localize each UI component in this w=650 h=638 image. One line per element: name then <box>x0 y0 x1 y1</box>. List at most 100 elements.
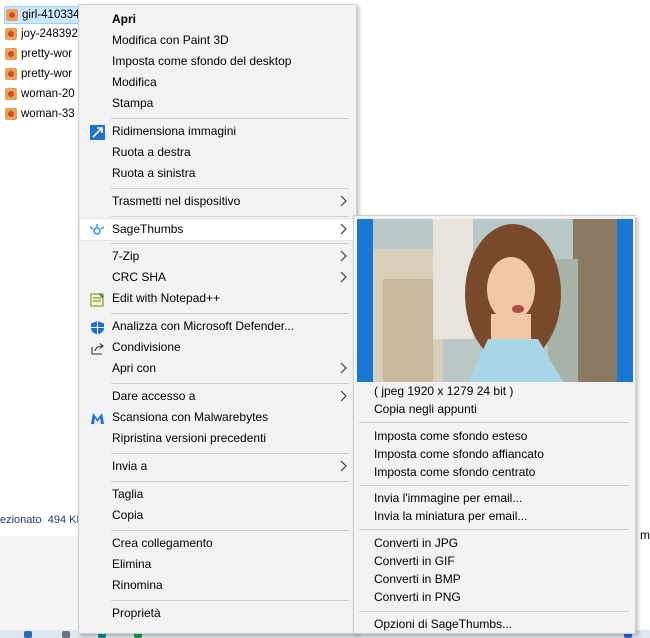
menu-item-label: Elimina <box>112 557 152 571</box>
menu-item-cast[interactable]: Trasmetti nel dispositivo <box>80 191 356 212</box>
menu-item-label: Ridimensiona immagini <box>112 124 237 138</box>
menu-item-7zip[interactable]: 7-Zip <box>80 246 356 267</box>
submenu-item-label: Imposta come sfondo affiancato <box>374 447 544 461</box>
submenu-item-options[interactable]: Opzioni di SageThumbs... <box>355 616 634 634</box>
menu-item-label: Edit with Notepad++ <box>112 291 221 305</box>
submenu-item-label: Imposta come sfondo esteso <box>374 429 528 443</box>
submenu-item-label: Opzioni di SageThumbs... <box>374 617 513 631</box>
menu-item-label: SageThumbs <box>112 222 184 236</box>
menu-item-label: Apri con <box>112 361 157 375</box>
menu-separator <box>111 453 349 454</box>
menu-item-label: Modifica <box>112 75 157 89</box>
menu-item-label: Crea collegamento <box>112 536 213 550</box>
menu-item-label: Ruota a destra <box>112 145 191 159</box>
menu-item-paint3d[interactable]: Modifica con Paint 3D <box>80 30 356 51</box>
file-name: pretty-wor <box>21 68 73 80</box>
submenu-item-email-thumbnail[interactable]: Invia la miniatura per email... <box>355 508 634 526</box>
submenu-item-email-image[interactable]: Invia l'immagine per email... <box>355 490 634 508</box>
menu-item-rename[interactable]: Rinomina <box>80 575 356 596</box>
file-name: girl-410334 <box>22 9 80 21</box>
taskbar-icon[interactable] <box>62 631 70 638</box>
menu-item-copy[interactable]: Copia <box>80 505 356 526</box>
menu-item-create-shortcut[interactable]: Crea collegamento <box>80 533 356 554</box>
status-selected: ezionato <box>0 514 42 526</box>
malwarebytes-icon <box>89 410 105 426</box>
menu-item-label: Modifica con Paint 3D <box>112 33 229 47</box>
taskbar-icon[interactable] <box>24 631 32 638</box>
background-panel <box>0 536 78 638</box>
menu-item-malwarebytes[interactable]: Scansiona con Malwarebytes <box>80 407 356 428</box>
menu-item-give-access[interactable]: Dare accesso a <box>80 386 356 407</box>
menu-item-label: Taglia <box>112 487 144 501</box>
menu-item-label: Analizza con Microsoft Defender... <box>112 319 295 333</box>
image-file-icon <box>4 27 18 41</box>
menu-item-send-to[interactable]: Invia a <box>80 456 356 477</box>
menu-item-apri[interactable]: Apri <box>80 9 356 30</box>
image-preview[interactable] <box>357 219 633 382</box>
menu-separator <box>111 313 349 314</box>
menu-item-notepadpp[interactable]: Edit with Notepad++ <box>80 288 356 309</box>
file-item[interactable]: woman-33 <box>4 105 88 123</box>
image-file-icon <box>4 87 18 101</box>
submenu-item-wallpaper-centered[interactable]: Imposta come sfondo centrato <box>355 464 634 482</box>
submenu-separator <box>359 529 629 530</box>
menu-item-rotate-left[interactable]: Ruota a sinistra <box>80 163 356 184</box>
menu-item-stampa[interactable]: Stampa <box>80 93 356 114</box>
sagethumbs-icon <box>89 222 105 238</box>
submenu-item-convert-bmp[interactable]: Converti in BMP <box>355 571 634 589</box>
sagethumbs-submenu: ( jpeg 1920 x 1279 24 bit ) Copia negli … <box>353 215 636 634</box>
file-name: pretty-wor <box>21 48 73 60</box>
menu-item-share[interactable]: Condivisione <box>80 337 356 358</box>
chevron-right-icon <box>340 460 347 472</box>
status-size: 494 KB <box>47 514 80 526</box>
chevron-right-icon <box>340 195 347 207</box>
chevron-right-icon <box>340 271 347 283</box>
menu-item-crc-sha[interactable]: CRC SHA <box>80 267 356 288</box>
menu-item-label: Invia a <box>112 459 148 473</box>
menu-item-sagethumbs[interactable]: SageThumbs <box>79 218 357 241</box>
status-bar: ezionato 494 KB <box>0 514 80 530</box>
submenu-item-convert-jpg[interactable]: Converti in JPG <box>355 535 634 553</box>
submenu-item-label: Copia negli appunti <box>374 402 477 416</box>
defender-icon <box>89 319 105 335</box>
menu-separator <box>111 600 349 601</box>
submenu-item-wallpaper-stretched[interactable]: Imposta come sfondo esteso <box>355 428 634 446</box>
submenu-item-convert-png[interactable]: Converti in PNG <box>355 589 634 607</box>
menu-item-set-wallpaper[interactable]: Imposta come sfondo del desktop <box>80 51 356 72</box>
submenu-item-label: Imposta come sfondo centrato <box>374 465 536 479</box>
menu-separator <box>111 216 349 217</box>
file-item[interactable]: pretty-wor <box>4 65 88 83</box>
submenu-item-label: Invia l'immagine per email... <box>374 491 523 505</box>
menu-item-open-with[interactable]: Apri con <box>80 358 356 379</box>
menu-item-rotate-right[interactable]: Ruota a destra <box>80 142 356 163</box>
menu-item-label: 7-Zip <box>112 249 140 263</box>
menu-separator <box>111 118 349 119</box>
menu-item-label: Rinomina <box>112 578 163 592</box>
image-file-icon <box>5 8 19 22</box>
chevron-right-icon <box>340 362 347 374</box>
file-item[interactable]: joy-248392 <box>4 25 88 43</box>
image-file-icon <box>4 67 18 81</box>
resize-icon <box>89 124 105 140</box>
submenu-item-label: Converti in BMP <box>374 572 461 586</box>
menu-item-defender[interactable]: Analizza con Microsoft Defender... <box>80 316 356 337</box>
file-item[interactable]: girl-410334 <box>4 6 88 24</box>
menu-item-label: Proprietà <box>112 606 161 620</box>
file-name: joy-248392 <box>21 28 78 40</box>
photo-thumbnail <box>373 219 617 382</box>
menu-item-restore-versions[interactable]: Ripristina versioni precedenti <box>80 428 356 449</box>
file-item[interactable]: pretty-wor <box>4 45 88 63</box>
menu-item-modifica[interactable]: Modifica <box>80 72 356 93</box>
menu-item-label: Dare accesso a <box>112 389 196 403</box>
menu-item-resize-images[interactable]: Ridimensiona immagini <box>80 121 356 142</box>
menu-item-label: CRC SHA <box>112 270 167 284</box>
submenu-item-wallpaper-tiled[interactable]: Imposta come sfondo affiancato <box>355 446 634 464</box>
file-item[interactable]: woman-20 <box>4 85 88 103</box>
menu-item-properties[interactable]: Proprietà <box>80 603 356 624</box>
submenu-item-copy-clipboard[interactable]: Copia negli appunti <box>355 401 634 419</box>
submenu-item-label: Converti in PNG <box>374 590 461 604</box>
menu-item-cut[interactable]: Taglia <box>80 484 356 505</box>
menu-item-delete[interactable]: Elimina <box>80 554 356 575</box>
submenu-item-convert-gif[interactable]: Converti in GIF <box>355 553 634 571</box>
submenu-item-label: Converti in GIF <box>374 554 455 568</box>
